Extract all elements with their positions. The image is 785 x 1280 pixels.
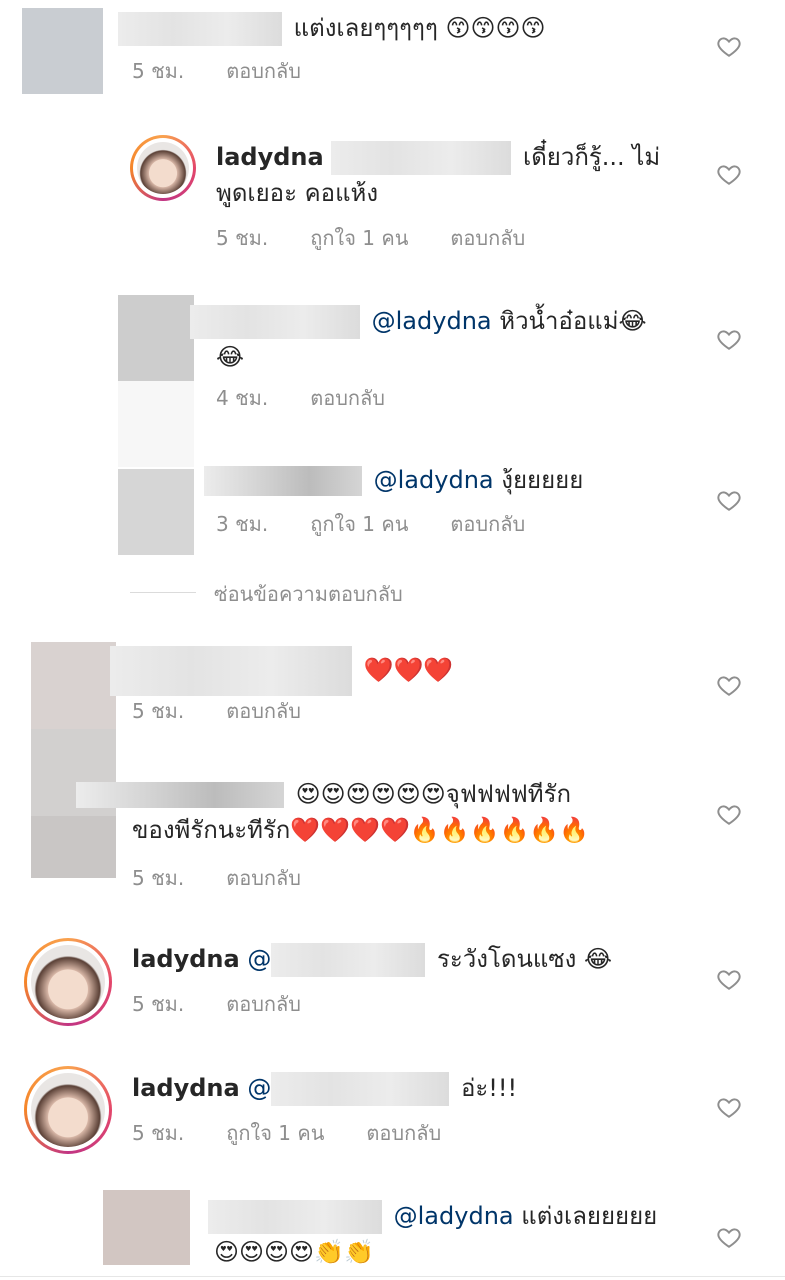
comment-7-body: ladydna @ ระวังโดนแซง 😂 [132, 941, 612, 977]
comment-3-body: @ladydna หิวน้ำอ๋อแม่😂 😂 [190, 303, 670, 375]
avatar-blurred [118, 295, 194, 381]
reply-button[interactable]: ตอบกลับ [226, 992, 301, 1016]
comment-text-line-1: เดี๋ยวก็รู้... ไม่ [523, 143, 661, 171]
comment-text: อ่ะ!!! [461, 1074, 518, 1102]
comment-text: งุ้ยยยยย [501, 466, 584, 494]
comment-emoji: 😂 [216, 343, 245, 371]
timestamp: 5 ชม. [132, 866, 185, 890]
mention-blurred[interactable] [331, 141, 512, 175]
comment-emoji: 😂 [583, 945, 613, 973]
avatar[interactable] [24, 938, 112, 1026]
username[interactable]: ladydna [132, 945, 240, 973]
comment-5-body: ❤️❤️❤️ [110, 646, 453, 696]
timestamp: 5 ชม. [132, 1121, 185, 1145]
timestamp: 5 ชม. [132, 992, 185, 1016]
comment-1-body: แต่งเลยๆๆๆๆๆ 😙😙😙😙 [118, 10, 546, 46]
heart-outline-icon[interactable] [716, 487, 742, 513]
comment-4-body: @ladydna งุ้ยยยยย [204, 462, 583, 498]
likes-count[interactable]: ถูกใจ 1 คน [310, 226, 408, 250]
comment-text: แต่งเลยยยยย [521, 1202, 658, 1230]
username-blurred[interactable] [118, 12, 282, 46]
heart-outline-icon[interactable] [716, 966, 742, 992]
comment-emoji: ❤️❤️❤️ [363, 656, 454, 684]
heart-outline-icon[interactable] [716, 672, 742, 698]
username[interactable]: ladydna [132, 1074, 240, 1102]
comment-7-meta: 5 ชม. ตอบกลับ [132, 990, 343, 1018]
heart-outline-icon[interactable] [716, 1224, 742, 1250]
reply-button[interactable]: ตอบกลับ [226, 699, 301, 723]
hide-replies-button[interactable]: ซ่อนข้อความตอบกลับ [214, 580, 403, 608]
comment-6-body: 😍😍😍😍😍😍จุฟฟฟฟทีรัก ของพีรักนะทีรัก❤️❤️❤️❤… [76, 776, 696, 848]
heart-outline-icon[interactable] [716, 161, 742, 187]
avatar-blurred [103, 1190, 190, 1265]
comment-text: หิวน้ำอ๋อแม่ [499, 307, 619, 335]
mention-link[interactable]: @ [247, 1074, 271, 1102]
timestamp: 5 ชม. [132, 699, 185, 723]
comment-text: แต่งเลยๆๆๆๆๆ [293, 14, 438, 42]
heart-outline-icon[interactable] [716, 1094, 742, 1120]
timestamp: 4 ชม. [216, 386, 269, 410]
heart-outline-icon[interactable] [716, 33, 742, 59]
reply-button[interactable]: ตอบกลับ [450, 512, 525, 536]
hide-replies-line [130, 592, 196, 593]
comment-emoji: 😍😍😍😍👏👏 [214, 1238, 374, 1266]
mention-link[interactable]: @ladydna [394, 1202, 514, 1230]
comment-text-line-1: จุฟฟฟฟทีรัก [445, 780, 572, 808]
reply-button[interactable]: ตอบกลับ [226, 866, 301, 890]
username-blurred[interactable] [204, 466, 362, 496]
mention-link[interactable]: @ladydna [372, 307, 492, 335]
likes-count[interactable]: ถูกใจ 1 คน [226, 1121, 324, 1145]
mention-link[interactable]: @ladydna [374, 466, 494, 494]
comment-2-meta: 5 ชม. ถูกใจ 1 คน ตอบกลับ [216, 224, 567, 252]
comment-4-meta: 3 ชม. ถูกใจ 1 คน ตอบกลับ [216, 510, 567, 538]
comment-8-body: ladydna @ อ่ะ!!! [132, 1070, 517, 1106]
comment-text: ระวังโดนแซง [437, 945, 577, 973]
avatar-blurred [118, 469, 194, 555]
mention-blurred[interactable] [271, 1072, 450, 1106]
timestamp: 5 ชม. [132, 59, 185, 83]
avatar[interactable] [130, 135, 196, 201]
reply-button[interactable]: ตอบกลับ [310, 386, 385, 410]
mention-blurred[interactable] [271, 943, 426, 977]
heart-outline-icon[interactable] [716, 326, 742, 352]
reply-button[interactable]: ตอบกลับ [366, 1121, 441, 1145]
comment-2-body: ladydna เดี๋ยวก็รู้... ไม่ พูดเยอะ คอแห้… [216, 139, 660, 211]
username[interactable]: ladydna [216, 143, 324, 171]
username-blurred[interactable] [76, 782, 284, 808]
avatar-blurred [22, 8, 103, 94]
avatar-blurred [31, 642, 116, 729]
comment-3-meta: 4 ชม. ตอบกลับ [216, 384, 427, 412]
reply-button[interactable]: ตอบกลับ [226, 59, 301, 83]
comment-9-body: @ladydna แต่งเลยยยยย 😍😍😍😍👏👏 [208, 1198, 688, 1270]
comment-1-meta: 5 ชม. ตอบกลับ [132, 57, 343, 85]
mention-link[interactable]: @ [247, 945, 271, 973]
username-blurred[interactable] [208, 1200, 382, 1234]
likes-count[interactable]: ถูกใจ 1 คน [310, 512, 408, 536]
comment-emoji: 😂 [618, 307, 647, 335]
avatar-blurred-fade [118, 381, 194, 467]
heart-outline-icon[interactable] [716, 801, 742, 827]
comment-8-meta: 5 ชม. ถูกใจ 1 คน ตอบกลับ [132, 1119, 483, 1147]
comment-emoji: 😍😍😍😍😍😍 [295, 780, 446, 808]
comment-emoji: ❤️❤️❤️❤️🔥🔥🔥🔥🔥🔥 [290, 816, 590, 844]
reply-button[interactable]: ตอบกลับ [450, 226, 525, 250]
comment-text-line-2: ของพีรักนะทีรัก [132, 816, 291, 844]
comment-5-meta: 5 ชม. ตอบกลับ [132, 697, 343, 725]
username-blurred[interactable] [110, 646, 352, 696]
avatar[interactable] [24, 1066, 112, 1154]
comment-6-meta: 5 ชม. ตอบกลับ [132, 864, 343, 892]
comment-emoji: 😙😙😙😙 [445, 14, 546, 42]
timestamp: 3 ชม. [216, 512, 269, 536]
username-blurred[interactable] [190, 305, 360, 339]
timestamp: 5 ชม. [216, 226, 269, 250]
bottom-border [0, 1276, 785, 1277]
comment-text-line-2: พูดเยอะ คอแห้ง [216, 179, 379, 207]
